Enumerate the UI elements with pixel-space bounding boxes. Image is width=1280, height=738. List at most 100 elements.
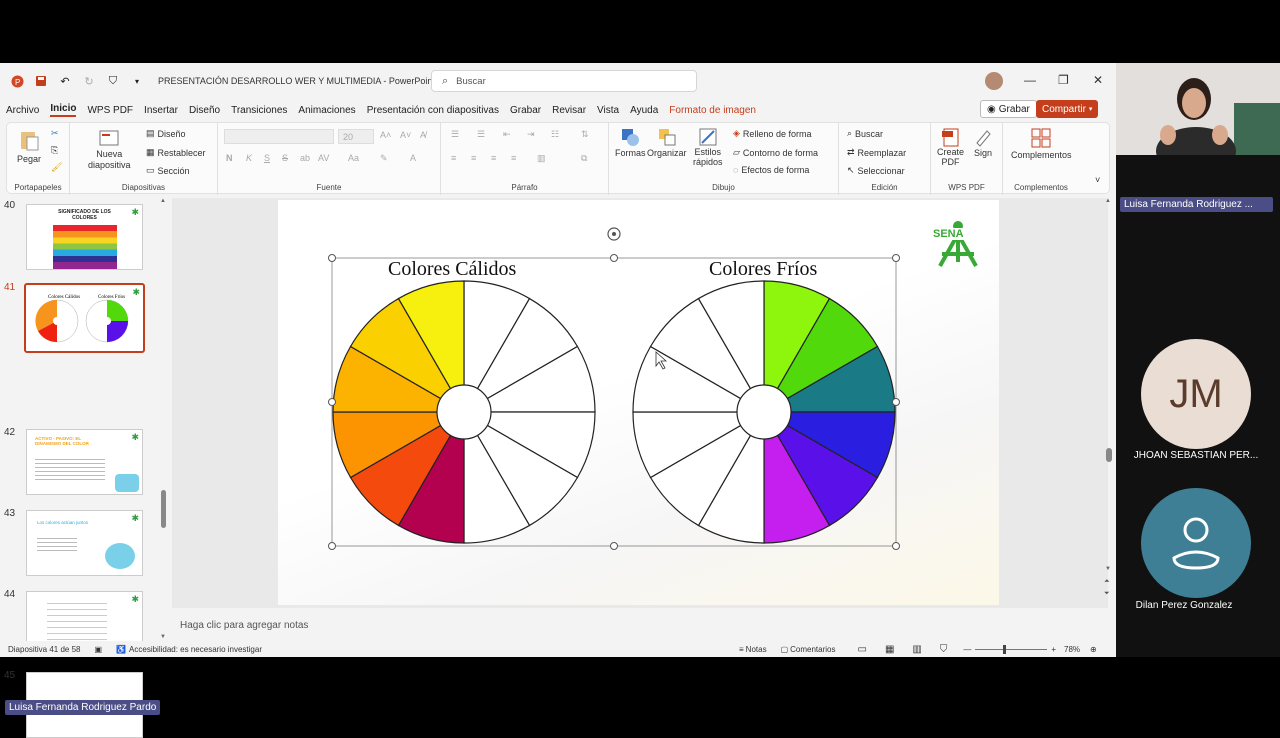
tab-archivo[interactable]: Archivo — [6, 105, 39, 116]
slide-sorter-icon[interactable]: ▦ — [885, 644, 894, 655]
underline-icon[interactable]: S — [264, 153, 270, 163]
color-wheels-image[interactable] — [278, 200, 999, 605]
notes-icon[interactable]: ≡ — [739, 645, 744, 654]
quick-styles-button[interactable]: Estilos rápidos — [693, 127, 723, 167]
strikethrough-icon[interactable]: S — [282, 153, 288, 163]
slide-thumbnail-43[interactable]: Los colores actúan juntos ✱ — [26, 510, 143, 576]
tab-transiciones[interactable]: Transiciones — [231, 105, 287, 116]
align-left-icon[interactable]: ≡ — [451, 153, 456, 163]
addins-button[interactable]: Complementos — [1011, 127, 1072, 160]
decrease-indent-icon[interactable]: ⇤ — [503, 129, 511, 140]
bullets-icon[interactable]: ☰ — [451, 129, 459, 140]
new-slide-button[interactable]: Nueva diapositiva — [88, 128, 131, 170]
copy-icon[interactable]: ⎘ — [51, 145, 58, 156]
shapes-button[interactable]: Formas — [615, 127, 646, 158]
notes-toggle[interactable]: Notas — [746, 645, 767, 654]
replace-button[interactable]: ⇄ Reemplazar — [847, 147, 906, 158]
resize-handle[interactable] — [892, 398, 900, 406]
char-spacing-icon[interactable]: AV — [318, 153, 329, 163]
font-family-select[interactable] — [224, 129, 334, 144]
share-button[interactable]: Compartir ▾ — [1036, 100, 1099, 118]
format-painter-icon[interactable]: 🖌 — [51, 162, 62, 173]
italic-icon[interactable]: K — [246, 153, 252, 163]
shape-effects-button[interactable]: ◌ Efectos de forma — [733, 165, 809, 175]
slide-thumbnail-42[interactable]: ACTIVO - PASIVO: EL DINAMISMO DEL COLOR … — [26, 429, 143, 495]
record-button[interactable]: ◉ Grabar — [980, 100, 1037, 118]
reset-button[interactable]: ▦ Restablecer — [146, 147, 206, 158]
sign-button[interactable]: Sign — [973, 127, 993, 158]
scroll-up-icon[interactable]: ▲ — [160, 198, 166, 204]
resize-handle[interactable] — [328, 254, 336, 262]
align-center-icon[interactable]: ≡ — [471, 153, 476, 163]
zoom-thumb[interactable] — [1003, 644, 1007, 654]
accessibility-icon[interactable]: ♿ — [116, 645, 126, 654]
resize-handle[interactable] — [610, 542, 618, 550]
paste-button[interactable]: Pegar — [17, 129, 41, 164]
tab-inicio[interactable]: Inicio — [50, 103, 77, 117]
minimize-icon[interactable]: — — [1024, 73, 1036, 87]
save-icon[interactable] — [34, 74, 48, 88]
fit-slide-icon[interactable]: ⊕ — [1090, 645, 1097, 654]
account-avatar[interactable] — [985, 72, 1003, 90]
font-size-select[interactable]: 20 — [338, 129, 374, 144]
layout-button[interactable]: ▤ Diseño — [146, 128, 186, 139]
numbering-icon[interactable]: ☰ — [477, 129, 485, 140]
slideshow-icon[interactable]: ⛉ — [940, 644, 948, 655]
shape-outline-button[interactable]: ▱ Contorno de forma — [733, 147, 818, 158]
scroll-thumb[interactable] — [161, 490, 166, 528]
search-input[interactable]: ⌕ Buscar — [431, 70, 697, 92]
scroll-down-icon[interactable]: ▼ — [160, 634, 166, 640]
tab-wps-pdf[interactable]: WPS PDF — [87, 105, 133, 116]
zoom-slider[interactable] — [975, 644, 1048, 654]
shape-fill-button[interactable]: ◈ Relleno de forma — [733, 128, 811, 139]
scroll-down-icon[interactable]: ▼ — [1105, 566, 1111, 572]
restore-icon[interactable]: ❐ — [1058, 73, 1069, 87]
create-pdf-button[interactable]: Create PDF — [937, 127, 964, 167]
prev-slide-icon[interactable]: ⏶ — [1104, 578, 1110, 586]
thumbnail-scrollbar[interactable]: ▲ ▼ — [160, 198, 167, 643]
change-case-icon[interactable]: Aa — [348, 153, 359, 163]
spellcheck-icon[interactable]: ▣ — [95, 645, 103, 654]
comments-icon[interactable]: ▢ — [781, 645, 789, 654]
reading-view-icon[interactable]: ▥ — [912, 644, 921, 655]
tab-ayuda[interactable]: Ayuda — [630, 105, 658, 116]
tab-grabar[interactable]: Grabar — [510, 105, 541, 116]
collapse-ribbon-icon[interactable]: ˅ — [1095, 175, 1100, 185]
zoom-in-icon[interactable]: + — [1051, 645, 1056, 654]
align-right-icon[interactable]: ≡ — [491, 153, 496, 163]
slide-canvas[interactable]: Colores Cálidos Colores Fríos SENA — [278, 200, 999, 605]
grow-font-icon[interactable]: A˄ — [380, 130, 391, 140]
slide-thumbnail-40[interactable]: SIGNIFICADO DE LOS COLORES ✱ — [26, 204, 143, 270]
resize-handle[interactable] — [328, 542, 336, 550]
close-icon[interactable]: ✕ — [1093, 73, 1103, 87]
line-spacing-icon[interactable]: ☷ — [551, 129, 559, 140]
scroll-thumb[interactable] — [1106, 448, 1112, 462]
tab-diseno[interactable]: Diseño — [189, 105, 220, 116]
tab-revisar[interactable]: Revisar — [552, 105, 586, 116]
notes-pane[interactable]: Haga clic para agregar notas — [172, 615, 1108, 640]
cut-icon[interactable]: ✂ — [51, 128, 59, 139]
zoom-out-icon[interactable]: — — [963, 645, 971, 654]
find-button[interactable]: ⌕ Buscar — [847, 128, 883, 139]
arrange-button[interactable]: Organizar — [647, 127, 687, 158]
next-slide-icon[interactable]: ⏷ — [1104, 590, 1110, 598]
undo-icon[interactable]: ↶ — [58, 74, 72, 88]
font-color-icon[interactable]: A — [410, 153, 416, 163]
customize-qat-icon[interactable]: ▾ — [130, 74, 144, 88]
present-icon[interactable]: ⛉ — [106, 74, 120, 88]
rotate-handle-icon[interactable] — [607, 227, 621, 241]
highlight-icon[interactable]: ✎ — [380, 153, 388, 164]
resize-handle[interactable] — [610, 254, 618, 262]
text-direction-icon[interactable]: ⇅ — [581, 129, 589, 140]
bold-icon[interactable]: N — [226, 153, 233, 163]
tab-presentacion[interactable]: Presentación con diapositivas — [367, 105, 499, 116]
shrink-font-icon[interactable]: A˅ — [400, 130, 411, 140]
select-button[interactable]: ↖ Seleccionar — [847, 165, 905, 176]
tab-insertar[interactable]: Insertar — [144, 105, 178, 116]
normal-view-icon[interactable]: ▭ — [858, 644, 867, 655]
resize-handle[interactable] — [892, 254, 900, 262]
scroll-up-icon[interactable]: ▲ — [1105, 198, 1111, 204]
tab-animaciones[interactable]: Animaciones — [298, 105, 355, 116]
resize-handle[interactable] — [892, 542, 900, 550]
section-button[interactable]: ▭ Sección — [146, 165, 190, 176]
